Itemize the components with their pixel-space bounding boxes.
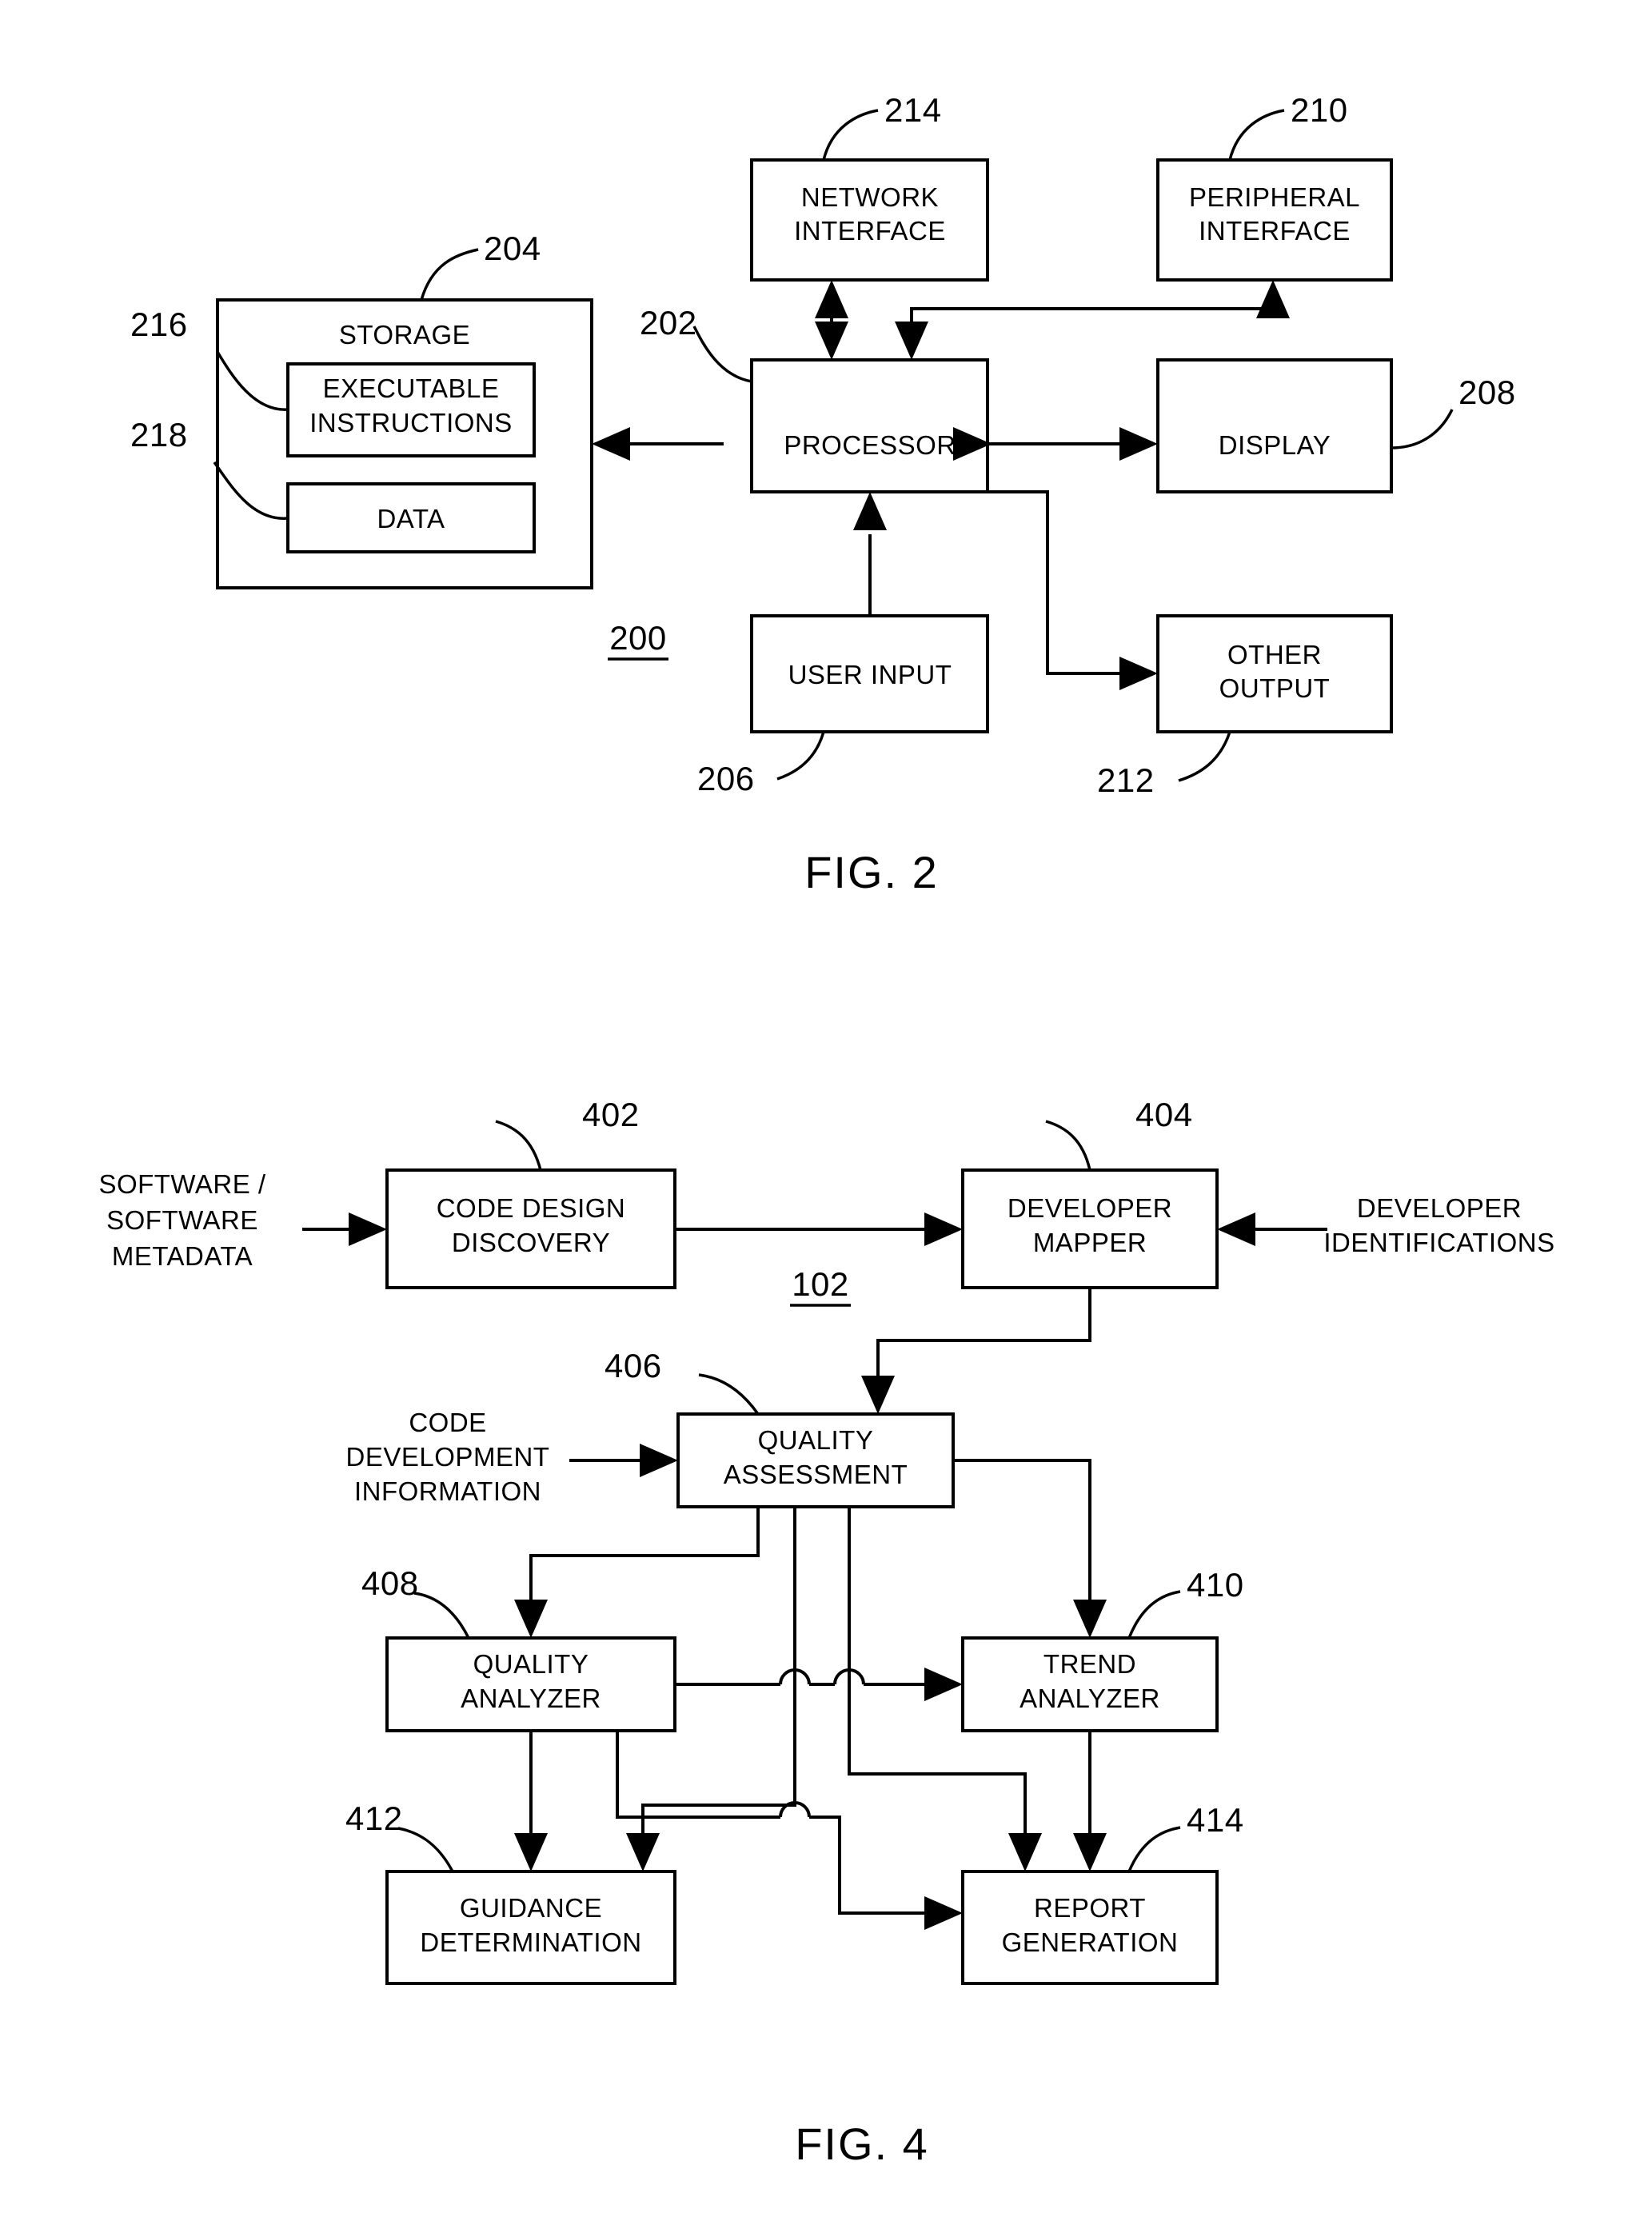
system-number-102: 102 (792, 1265, 849, 1303)
connector-developer-identifications-developer-mapper (1217, 1212, 1327, 1246)
leader-414 (1127, 1826, 1181, 1872)
leader-208 (1391, 409, 1454, 449)
figure-2-caption: FIG. 2 (804, 847, 939, 897)
external-input-software-metadata-line2: SOFTWARE (106, 1205, 258, 1235)
block-storage-label: STORAGE (339, 320, 470, 350)
block-peripheral-interface-label-line2: INTERFACE (1199, 216, 1351, 246)
connector-code-design-discovery-developer-mapper (675, 1212, 963, 1246)
ref-408: 408 (361, 1564, 419, 1602)
block-trend-analyzer-label-line2: ANALYZER (1020, 1684, 1160, 1713)
connector-trend-analyzer-report-generation (1073, 1731, 1107, 1871)
block-trend-analyzer-label-line1: TREND (1043, 1649, 1136, 1679)
block-processor-label: PROCESSOR (784, 430, 956, 460)
block-other-output-label-line2: OUTPUT (1219, 673, 1331, 703)
leader-202 (692, 326, 752, 383)
figure-4: SOFTWARE / SOFTWARE METADATA CODE DESIGN… (98, 1096, 1554, 2169)
block-quality-analyzer-label-line1: QUALITY (473, 1649, 589, 1679)
figure-4-caption: FIG. 4 (795, 2119, 929, 2169)
ref-404: 404 (1135, 1096, 1193, 1133)
external-input-developer-identifications-line1: DEVELOPER (1357, 1193, 1522, 1223)
ref-218: 218 (130, 416, 188, 453)
ref-412: 412 (345, 1800, 403, 1837)
block-executable-instructions-label-line2: INSTRUCTIONS (309, 408, 513, 437)
block-report-generation-label-line1: REPORT (1034, 1893, 1146, 1923)
block-quality-assessment-label-line2: ASSESSMENT (724, 1460, 908, 1489)
external-input-code-development-information-line1: CODE (409, 1408, 486, 1437)
figure-2: STORAGE EXECUTABLE INSTRUCTIONS DATA PRO… (130, 91, 1516, 897)
connector-processor-display (988, 427, 1158, 461)
ref-406: 406 (605, 1347, 662, 1384)
connector-quality-assessment-trend-analyzer (953, 1459, 1107, 1638)
patent-drawing-sheet: STORAGE EXECUTABLE INSTRUCTIONS DATA PRO… (0, 0, 1652, 2225)
ref-204: 204 (484, 230, 541, 267)
leader-204 (420, 248, 479, 301)
connector-developer-mapper-quality-assessment (861, 1288, 1091, 1414)
block-report-generation-label-line2: GENERATION (1002, 1927, 1179, 1957)
block-code-design-discovery-label-line1: CODE DESIGN (437, 1193, 626, 1223)
leader-404 (1045, 1120, 1091, 1171)
leader-408 (413, 1592, 470, 1639)
block-code-design-discovery-label-line2: DISCOVERY (452, 1228, 610, 1257)
block-processor[interactable] (750, 358, 989, 493)
leader-206 (776, 731, 825, 781)
block-quality-assessment-label-line1: QUALITY (758, 1425, 874, 1455)
ref-414: 414 (1187, 1801, 1244, 1839)
block-peripheral-interface-label-line1: PERIPHERAL (1189, 182, 1360, 212)
block-data-label: DATA (377, 504, 445, 533)
leader-412 (397, 1827, 454, 1872)
connector-user-input-processor (853, 492, 887, 616)
block-display-label: DISPLAY (1219, 430, 1331, 460)
leader-410 (1127, 1590, 1181, 1639)
ref-208: 208 (1458, 373, 1516, 411)
external-input-developer-identifications-line2: IDENTIFICATIONS (1323, 1228, 1554, 1257)
external-input-code-development-information-line3: INFORMATION (354, 1476, 541, 1506)
block-executable-instructions-label-line1: EXECUTABLE (323, 373, 500, 403)
connector-code-development-information-quality-assessment (569, 1444, 678, 1477)
ref-202: 202 (640, 304, 697, 342)
block-display[interactable] (1156, 358, 1393, 493)
external-input-software-metadata-line3: METADATA (112, 1241, 253, 1271)
connector-software-metadata-code-design-discovery (302, 1212, 387, 1246)
block-guidance-determination-label-line1: GUIDANCE (460, 1893, 602, 1923)
ref-410: 410 (1187, 1566, 1244, 1604)
system-number-200: 200 (609, 619, 667, 657)
external-input-software-metadata-line1: SOFTWARE / (98, 1169, 265, 1199)
block-network-interface-label-line2: INTERFACE (794, 216, 946, 246)
block-quality-analyzer-label-line2: ANALYZER (461, 1684, 601, 1713)
block-other-output-label-line1: OTHER (1227, 640, 1322, 669)
leader-214 (822, 109, 879, 161)
external-input-code-development-information-line2: DEVELOPMENT (346, 1442, 550, 1472)
leader-406 (698, 1373, 760, 1416)
block-network-interface-label-line1: NETWORK (801, 182, 939, 212)
ref-210: 210 (1291, 91, 1348, 129)
ref-402: 402 (582, 1096, 640, 1133)
ref-206: 206 (697, 760, 755, 797)
leader-402 (495, 1120, 542, 1171)
block-guidance-determination-label-line2: DETERMINATION (420, 1927, 641, 1957)
figures-canvas: STORAGE EXECUTABLE INSTRUCTIONS DATA PRO… (98, 91, 1554, 2169)
connector-quality-analyzer-guidance-determination (514, 1731, 548, 1871)
connector-processor-network-interface (815, 280, 848, 360)
connector-quality-analyzer-trend-analyzer (675, 1668, 963, 1701)
block-user-input-label: USER INPUT (788, 660, 952, 689)
block-developer-mapper-label-line1: DEVELOPER (1008, 1193, 1172, 1223)
connector-processor-peripheral-interface (895, 280, 1290, 360)
connector-quality-assessment-quality-analyzer (514, 1507, 760, 1638)
leader-212 (1178, 731, 1231, 782)
ref-216: 216 (130, 306, 188, 343)
ref-212: 212 (1097, 761, 1155, 799)
ref-214: 214 (884, 91, 942, 129)
block-developer-mapper-label-line2: MAPPER (1033, 1228, 1147, 1257)
leader-210 (1228, 109, 1285, 161)
